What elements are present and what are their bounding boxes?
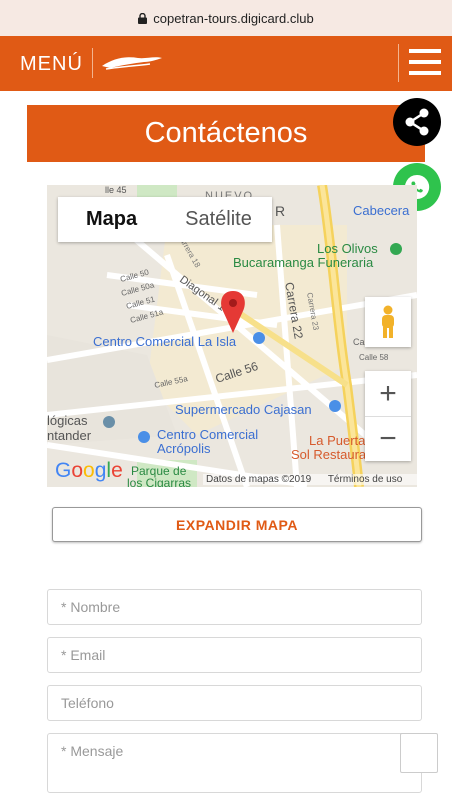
- map-label-r: R: [275, 203, 285, 219]
- map-label-acropolis1: Centro Comercial: [157, 427, 258, 442]
- browser-url-bar[interactable]: copetran-tours.digicard.club: [0, 0, 452, 36]
- map-data-credit: Datos de mapas ©2019: [206, 474, 312, 485]
- nav-divider-right: [398, 44, 399, 82]
- expand-map-button[interactable]: EXPANDIR MAPA: [52, 507, 422, 542]
- share-button[interactable]: [393, 98, 441, 146]
- map-label-logicas: lógicas: [47, 413, 88, 428]
- message-field[interactable]: * Mensaje: [47, 733, 422, 793]
- lock-icon: [138, 12, 148, 24]
- embedded-map[interactable]: lle 45 NUEVO R Cabecera Los Olivos Bucar…: [47, 185, 417, 487]
- map-label-top: lle 45: [105, 185, 127, 195]
- map-label-acropolis2: Acrópolis: [157, 441, 211, 456]
- email-field[interactable]: * Email: [47, 637, 422, 673]
- map-label-centro-isla: Centro Comercial La Isla: [93, 334, 237, 349]
- map-terms-link[interactable]: Términos de uso: [328, 474, 402, 485]
- page-title: Contáctenos: [27, 105, 425, 162]
- map-type-control: Mapa Satélite: [58, 197, 272, 242]
- map-label-puerta2: Sol Restaura: [291, 447, 367, 462]
- map-label-cabecera: Cabecera: [353, 203, 410, 218]
- menu-label[interactable]: MENÚ: [20, 53, 83, 76]
- street-view-pegman-icon[interactable]: [365, 297, 411, 347]
- phone-field[interactable]: Teléfono: [47, 685, 422, 721]
- zoom-control: + −: [365, 371, 411, 461]
- hamburger-icon[interactable]: [409, 49, 441, 77]
- map-label-calle58: Calle 58: [359, 353, 389, 362]
- map-label-puerta1: La Puerta: [309, 433, 366, 448]
- zoom-out-button[interactable]: −: [365, 416, 411, 461]
- share-icon: [405, 108, 429, 136]
- browser-url-text: copetran-tours.digicard.club: [153, 10, 314, 26]
- greyhound-logo-icon[interactable]: [100, 50, 166, 79]
- map-label-santander: ntander: [47, 428, 92, 443]
- map-credits: Datos de mapas ©2019 Términos de uso: [203, 474, 417, 485]
- map-type-satellite-button[interactable]: Satélite: [165, 197, 272, 242]
- map-label-supermercado: Supermercado Cajasan: [175, 402, 312, 417]
- textarea-resize-handle[interactable]: [400, 733, 438, 773]
- zoom-in-button[interactable]: +: [365, 371, 411, 416]
- map-label-los-olivos: Los Olivos: [317, 241, 378, 256]
- name-field[interactable]: * Nombre: [47, 589, 422, 625]
- map-label-parque2: los Cigarras: [127, 476, 191, 487]
- top-navbar: MENÚ: [0, 36, 452, 91]
- map-label-funeraria: Bucaramanga Funeraria: [233, 255, 374, 270]
- google-logo[interactable]: Google: [55, 459, 123, 483]
- nav-divider: [92, 48, 93, 78]
- map-type-map-button[interactable]: Mapa: [58, 197, 165, 242]
